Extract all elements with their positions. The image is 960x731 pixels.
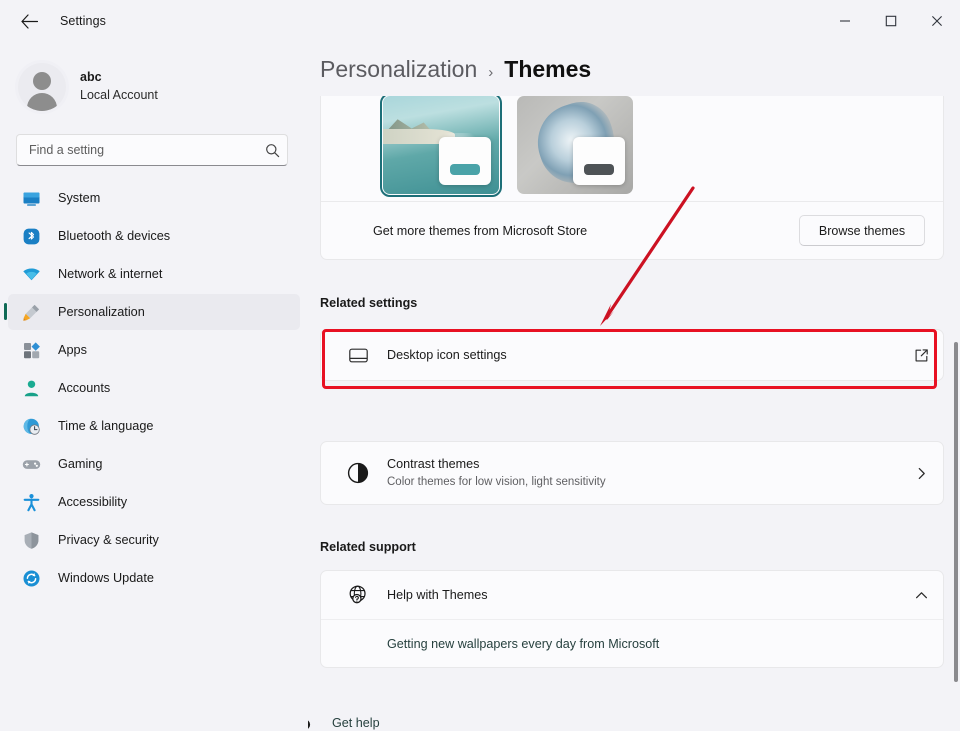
search-icon[interactable] [257, 143, 287, 158]
related-support-heading: Related support [320, 540, 416, 554]
title-bar: Settings [0, 0, 960, 42]
breadcrumb: Personalization › Themes [320, 56, 960, 83]
open-external-icon[interactable] [899, 348, 943, 363]
row-texts: Contrast themes Color themes for low vis… [387, 456, 899, 490]
breadcrumb-parent[interactable]: Personalization [320, 56, 477, 83]
account-summary[interactable]: abc Local Account [18, 56, 308, 118]
contrast-circle-icon [341, 462, 375, 484]
account-type: Local Account [80, 88, 158, 102]
sidebar-item-label: Accounts [58, 381, 111, 395]
sidebar-item-accessibility[interactable]: Accessibility [8, 484, 300, 520]
desktop-monitor-icon [341, 345, 375, 366]
theme-thumbnail-glow[interactable] [380, 96, 502, 197]
sidebar-item-label: Apps [58, 343, 87, 357]
get-help-link[interactable]: Get help [308, 713, 380, 731]
sidebar-item-privacy-security[interactable]: Privacy & security [8, 522, 300, 558]
sidebar-item-label: Windows Update [58, 571, 154, 585]
theme-thumbnail-bloom[interactable] [517, 96, 633, 194]
theme-gallery-card: Get more themes from Microsoft Store Bro… [320, 96, 944, 260]
store-label: Get more themes from Microsoft Store [373, 223, 588, 238]
update-refresh-icon [20, 567, 42, 589]
sidebar-item-label: Personalization [58, 305, 145, 319]
related-settings-heading: Related settings [320, 296, 418, 310]
apps-grid-icon [20, 339, 42, 361]
help-with-themes-card: Help with Themes Getting new wallpapers … [320, 570, 944, 668]
sidebar-item-label: Bluetooth & devices [58, 229, 171, 243]
breadcrumb-separator-icon: › [488, 64, 494, 81]
row-texts: Desktop icon settings [387, 346, 899, 364]
sidebar-item-label: Privacy & security [58, 533, 159, 547]
desktop-icon-settings-row[interactable]: Desktop icon settings [320, 329, 944, 381]
user-avatar-icon [18, 63, 66, 111]
gamepad-icon [20, 453, 42, 475]
sidebar-item-network-internet[interactable]: Network & internet [8, 256, 300, 292]
settings-window: Settings abc Local Account Find a settin… [0, 0, 960, 731]
chevron-up-icon[interactable] [899, 589, 943, 602]
window-controls [822, 0, 960, 42]
back-button[interactable] [12, 6, 46, 36]
help-links-body: Getting new wallpapers every day from Mi… [321, 619, 943, 667]
row-texts: Help with Themes [387, 586, 899, 604]
sidebar-item-label: Gaming [58, 457, 103, 471]
sidebar-item-bluetooth-devices[interactable]: Bluetooth & devices [8, 218, 300, 254]
settings-scroll-area: Get more themes from Microsoft Store Bro… [308, 96, 960, 731]
shield-icon [20, 529, 42, 551]
sidebar-item-gaming[interactable]: Gaming [8, 446, 300, 482]
browse-themes-button[interactable]: Browse themes [799, 215, 925, 246]
globe-help-icon [341, 584, 375, 606]
help-link-wallpapers[interactable]: Getting new wallpapers every day from Mi… [387, 637, 659, 651]
row-subtitle: Color themes for low vision, light sensi… [387, 476, 606, 488]
sidebar-item-windows-update[interactable]: Windows Update [8, 560, 300, 596]
clock-globe-icon [20, 415, 42, 437]
minimize-icon [840, 20, 850, 22]
minimize-button[interactable] [822, 0, 868, 42]
sidebar-item-label: Network & internet [58, 267, 163, 281]
row-title: Contrast themes [387, 457, 480, 471]
sidebar-item-label: Accessibility [58, 495, 128, 509]
search-box[interactable] [16, 134, 288, 166]
row-title: Desktop icon settings [387, 348, 507, 362]
get-help-label: Get help [332, 715, 380, 730]
account-name: abc [80, 70, 102, 84]
close-button[interactable] [914, 0, 960, 42]
vertical-scrollbar-thumb[interactable] [954, 342, 958, 682]
help-with-themes-title: Help with Themes [387, 588, 488, 602]
maximize-icon [885, 15, 897, 27]
wifi-icon [20, 263, 42, 285]
sidebar-item-personalization[interactable]: Personalization [4, 294, 300, 330]
sidebar-item-system[interactable]: System [8, 180, 300, 216]
sidebar-nav: System Bluetooth & devices Network & int… [0, 180, 308, 596]
sidebar-item-time-language[interactable]: Time & language [8, 408, 300, 444]
chevron-right-icon[interactable] [899, 467, 943, 480]
bluetooth-icon [20, 225, 42, 247]
page-title: Themes [504, 56, 592, 82]
search-input[interactable] [17, 143, 257, 157]
accessibility-person-icon [20, 491, 42, 513]
contrast-themes-row[interactable]: Contrast themes Color themes for low vis… [320, 441, 944, 505]
sidebar-item-label: Time & language [58, 419, 154, 433]
sidebar: abc Local Account Find a setting System … [0, 42, 308, 731]
account-text: abc Local Account [80, 69, 158, 105]
sidebar-item-accounts[interactable]: Accounts [8, 370, 300, 406]
sidebar-item-apps[interactable]: Apps [8, 332, 300, 368]
back-arrow-icon [20, 13, 38, 29]
main-content: Personalization › Themes Get more themes… [308, 42, 960, 731]
system-monitor-icon [20, 187, 42, 209]
sidebar-item-label: System [58, 191, 101, 205]
get-help-icon [308, 713, 314, 731]
maximize-button[interactable] [868, 0, 914, 42]
paintbrush-icon [20, 301, 42, 323]
get-more-themes-row: Get more themes from Microsoft Store Bro… [321, 201, 943, 259]
window-title: Settings [60, 14, 106, 28]
help-with-themes-expander[interactable]: Help with Themes [321, 571, 943, 619]
theme-thumbnail-list [321, 96, 943, 201]
person-icon [20, 377, 42, 399]
close-icon [932, 16, 942, 26]
